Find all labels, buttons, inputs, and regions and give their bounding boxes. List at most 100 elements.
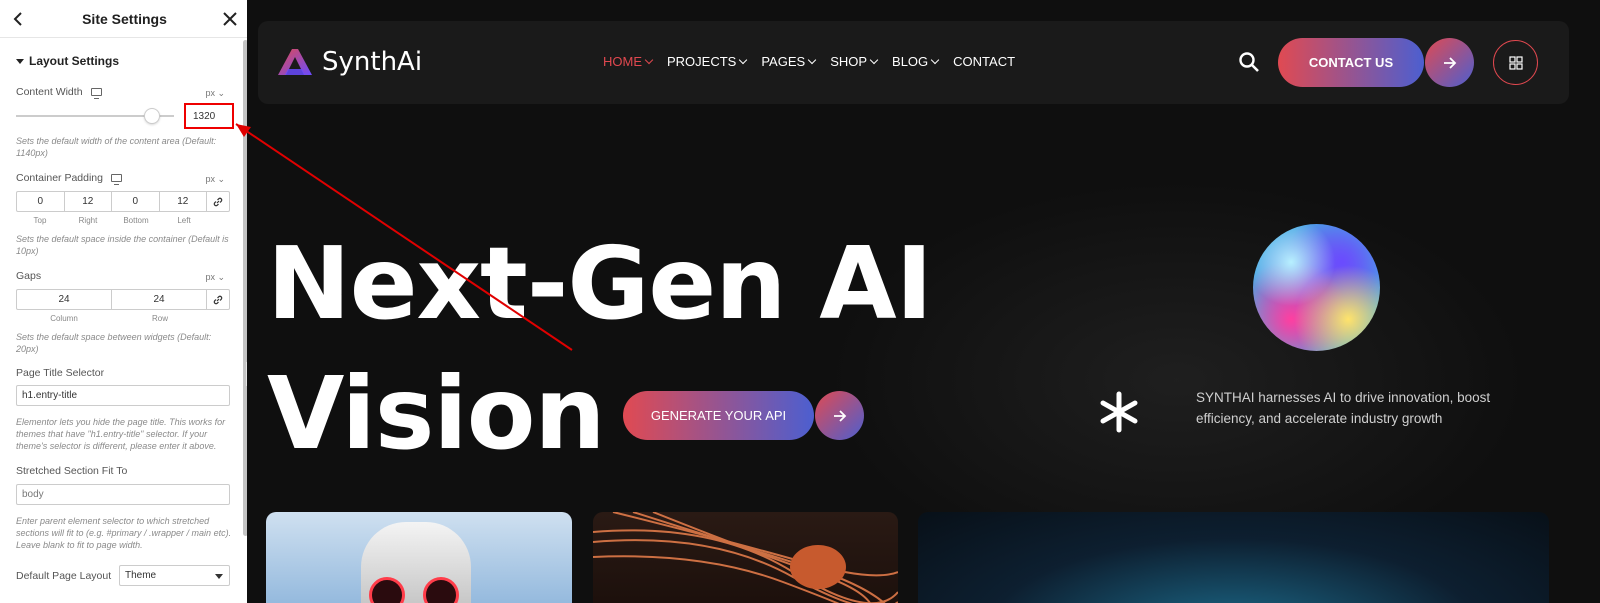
robot-image-card[interactable] <box>266 512 572 603</box>
robot-image <box>361 522 471 603</box>
search-icon[interactable] <box>1238 51 1260 73</box>
contact-us-button[interactable]: CONTACT US <box>1278 38 1424 87</box>
hero-heading-line1: Next-Gen AI <box>267 225 933 342</box>
menu-label: HOME <box>603 54 642 69</box>
default-page-layout-label: Default Page Layout <box>16 570 111 582</box>
content-width-label-text: Content Width <box>16 86 83 98</box>
desktop-icon[interactable] <box>110 174 122 185</box>
site-header: SynthAi HOME PROJECTS PAGES SHOP BLOG CO… <box>258 21 1569 104</box>
menu-label: PROJECTS <box>667 54 737 69</box>
link-values-icon[interactable] <box>207 192 229 211</box>
page-title-selector-help: Elementor lets you hide the page title. … <box>16 417 226 451</box>
gaps-unit-select[interactable]: px ⌄ <box>205 272 225 283</box>
generate-api-button[interactable]: GENERATE YOUR API <box>623 391 814 440</box>
back-arrow-icon[interactable] <box>10 10 28 28</box>
container-padding-inputs: 0 12 0 12 <box>16 191 230 212</box>
grid-menu-button[interactable] <box>1493 40 1538 85</box>
gaps-inputs: 24 24 <box>16 289 230 310</box>
gaps-help: Sets the default space between widgets (… <box>16 332 212 354</box>
padding-bottom-label: Bottom <box>123 216 149 225</box>
link-values-icon[interactable] <box>207 290 229 309</box>
content-width-help: Sets the default width of the content ar… <box>16 136 217 158</box>
robot-eye <box>423 577 459 603</box>
caret-down-icon <box>16 58 24 64</box>
panel-header: Site Settings <box>0 0 249 38</box>
stretched-section-input[interactable]: body <box>16 484 230 505</box>
arrow-right-icon <box>1443 56 1456 69</box>
container-padding-unit: px <box>205 174 215 184</box>
copper-wires-image <box>593 512 898 603</box>
gaps-unit: px <box>205 272 215 282</box>
contact-us-label: CONTACT US <box>1308 55 1394 70</box>
chevron-down-icon <box>869 55 879 65</box>
site-settings-panel: Site Settings Layout Settings Content Wi… <box>0 0 250 603</box>
chevron-down-icon <box>739 55 748 65</box>
default-page-layout-label-text: Default Page Layout <box>16 570 112 582</box>
padding-right-input[interactable]: 12 <box>65 192 112 211</box>
content-width-label: Content Width <box>16 86 102 99</box>
gaps-label: Gaps <box>16 270 41 282</box>
gap-column-input[interactable]: 24 <box>17 290 112 309</box>
space-image-card[interactable] <box>918 512 1549 603</box>
gaps-label-text: Gaps <box>16 270 42 282</box>
menu-label: CONTACT <box>953 54 1016 69</box>
asterisk-icon <box>1100 391 1138 433</box>
gaps-sublabels: Column Row <box>16 314 208 323</box>
caret-down-icon <box>215 574 223 579</box>
chevron-down-icon <box>930 55 940 65</box>
menu-item-blog[interactable]: BLOG <box>892 54 940 69</box>
padding-left-input[interactable]: 12 <box>160 192 207 211</box>
robot-eye <box>369 577 405 603</box>
stretched-section-label: Stretched Section Fit To <box>16 465 127 477</box>
content-width-value: 1320 <box>193 111 216 122</box>
desktop-icon[interactable] <box>90 88 102 99</box>
content-width-unit-select[interactable]: px ⌄ <box>205 88 225 99</box>
gap-row-label: Row <box>151 314 168 323</box>
page-title-selector-input[interactable]: h1.entry-title <box>16 385 230 406</box>
gradient-orb-image <box>1253 224 1380 351</box>
layout-settings-section-toggle[interactable]: Layout Settings <box>16 54 119 68</box>
menu-label: SHOP <box>830 54 868 69</box>
padding-sublabels: Top Right Bottom Left <box>16 216 208 225</box>
hero-tagline: SYNTHAI harnesses AI to drive innovation… <box>1196 390 1491 426</box>
arrow-right-icon <box>833 409 846 422</box>
page-title-selector-label: Page Title Selector <box>16 367 104 379</box>
content-width-unit: px <box>205 88 215 98</box>
logo-mark-icon <box>278 49 312 75</box>
gap-row-input[interactable]: 24 <box>112 290 207 309</box>
menu-item-projects[interactable]: PROJECTS <box>667 54 748 69</box>
content-width-input[interactable]: 1320 <box>184 103 234 129</box>
page-title-selector-label-text: Page Title Selector <box>16 367 105 379</box>
section-title: Layout Settings <box>29 54 120 68</box>
contact-us-arrow-button[interactable] <box>1425 38 1474 87</box>
main-menu: HOME PROJECTS PAGES SHOP BLOG CONTACT <box>603 54 1030 69</box>
chevron-down-icon <box>807 55 817 65</box>
menu-label: PAGES <box>761 54 806 69</box>
default-page-layout-select[interactable]: Theme <box>119 565 230 586</box>
hero-heading-line2: Vision <box>267 355 606 472</box>
stretched-section-label-text: Stretched Section Fit To <box>16 465 128 477</box>
generate-api-arrow-button[interactable] <box>815 391 864 440</box>
menu-item-shop[interactable]: SHOP <box>830 54 879 69</box>
wires-image-card[interactable] <box>593 512 898 603</box>
menu-item-pages[interactable]: PAGES <box>761 54 817 69</box>
chevron-down-icon <box>644 55 654 65</box>
padding-top-label: Top <box>33 216 47 225</box>
menu-label: BLOG <box>892 54 929 69</box>
container-padding-help: Sets the default space inside the contai… <box>16 234 229 256</box>
container-padding-unit-select[interactable]: px ⌄ <box>205 174 225 185</box>
menu-item-home[interactable]: HOME <box>603 54 654 69</box>
container-padding-label: Container Padding <box>16 172 122 185</box>
stretched-section-help: Enter parent element selector to which s… <box>16 516 232 550</box>
menu-item-contact[interactable]: CONTACT <box>953 54 1015 69</box>
panel-title: Site Settings <box>82 10 167 27</box>
padding-left-label: Left <box>177 216 191 225</box>
close-icon[interactable] <box>221 10 239 28</box>
padding-top-input[interactable]: 0 <box>17 192 65 211</box>
default-page-layout-value: Theme <box>125 570 157 581</box>
generate-api-label: GENERATE YOUR API <box>650 408 787 423</box>
content-width-slider-handle[interactable] <box>144 108 160 124</box>
site-logo[interactable]: SynthAi <box>276 47 422 77</box>
padding-bottom-input[interactable]: 0 <box>112 192 160 211</box>
logo-text: SynthAi <box>322 47 423 77</box>
